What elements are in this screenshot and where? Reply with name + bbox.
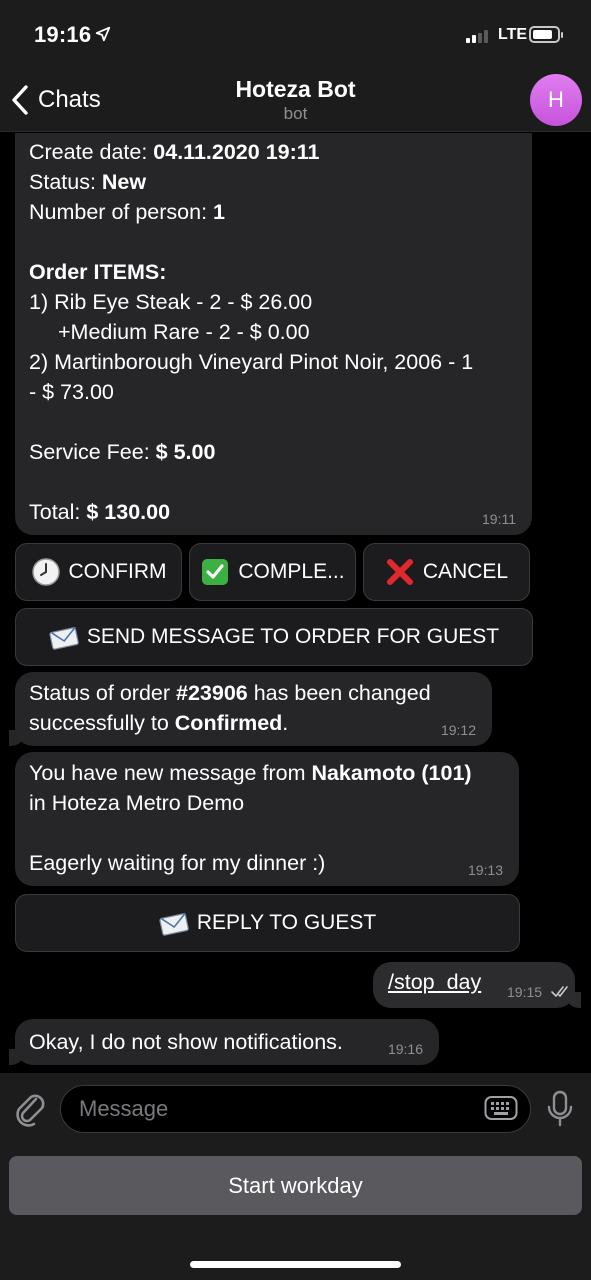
create-date-line: Create date: 04.11.2020 19:11 <box>29 140 320 164</box>
cross-mark-icon <box>385 557 415 587</box>
start-workday-button[interactable]: Start workday <box>9 1156 582 1215</box>
signal-strength-icon <box>466 30 488 43</box>
message-time: 19:13 <box>467 862 503 878</box>
reply-to-guest-button[interactable]: REPLY TO GUEST <box>15 894 520 952</box>
confirm-button[interactable]: CONFIRM <box>15 543 182 601</box>
paperclip-icon[interactable] <box>12 1089 48 1129</box>
command-link[interactable]: /stop_day <box>388 970 481 995</box>
reply-message: Okay, I do not show notifications. 19:16 <box>9 1019 439 1065</box>
complete-label: COMPLE... <box>238 560 345 583</box>
status-time: 19:16 <box>34 22 92 47</box>
status-message: Status of order #23906 has been changed … <box>9 672 492 746</box>
complete-button[interactable]: COMPLE... <box>189 543 356 601</box>
items-header: Order ITEMS: <box>29 260 167 284</box>
outgoing-message: /stop_day 19:15 <box>373 962 581 1008</box>
chat-subtitle: bot <box>283 104 308 123</box>
total-line: Total: $ 130.00 <box>29 500 171 524</box>
bot-keyboard-icon[interactable] <box>484 1095 518 1123</box>
reply-label: REPLY TO GUEST <box>196 911 377 934</box>
order-message: Create date: 04.11.2020 19:11 Status: Ne… <box>15 133 532 535</box>
order-item: 2) Martinborough Vineyard Pinot Noir, 20… <box>29 350 474 374</box>
persons-line: Number of person: 1 <box>29 200 225 224</box>
chat-area[interactable]: Create date: 04.11.2020 19:11 Status: Ne… <box>0 133 591 1073</box>
network-type: LTE <box>498 26 528 43</box>
confirm-label: CONFIRM <box>68 560 167 583</box>
battery-icon <box>529 26 563 43</box>
message-time: 19:12 <box>440 722 476 738</box>
nav-bar: Chats Hoteza Bot bot H <box>0 72 591 132</box>
guest-message: You have new message from Nakamoto (101)… <box>15 752 519 886</box>
message-time: 19:11 <box>482 511 516 527</box>
check-mark-icon <box>200 557 230 587</box>
status-line: Status: New <box>29 170 147 194</box>
status-bar: 19:16 LTE <box>0 0 591 72</box>
message-time: 19:15 <box>507 984 543 1000</box>
double-check-icon <box>551 986 568 997</box>
chat-title[interactable]: Hoteza Bot <box>0 76 591 103</box>
clock-icon <box>31 557 61 587</box>
cancel-button[interactable]: CANCEL <box>363 543 530 601</box>
order-item: 1) Rib Eye Steak - 2 - $ 26.00 <box>29 290 313 314</box>
reply-keyboard: Start workday <box>0 1143 591 1280</box>
message-time: 19:16 <box>387 1041 423 1057</box>
avatar[interactable]: H <box>530 74 582 126</box>
service-fee-line: Service Fee: $ 5.00 <box>29 440 216 464</box>
cancel-label: CANCEL <box>422 560 509 583</box>
message-input[interactable] <box>60 1085 531 1133</box>
send-message-label: SEND MESSAGE TO ORDER FOR GUEST <box>86 625 500 648</box>
envelope-icon <box>159 908 189 938</box>
order-item-price: - $ 73.00 <box>29 380 114 404</box>
input-bar <box>0 1073 591 1143</box>
send-message-button[interactable]: SEND MESSAGE TO ORDER FOR GUEST <box>15 608 533 666</box>
guest-message-text: Eagerly waiting for my dinner :) <box>29 851 326 875</box>
microphone-icon[interactable] <box>546 1089 574 1129</box>
location-arrow-icon <box>95 26 111 42</box>
envelope-icon <box>49 622 79 652</box>
order-item-modifier: +Medium Rare - 2 - $ 0.00 <box>58 320 310 344</box>
home-indicator[interactable] <box>190 1261 401 1268</box>
